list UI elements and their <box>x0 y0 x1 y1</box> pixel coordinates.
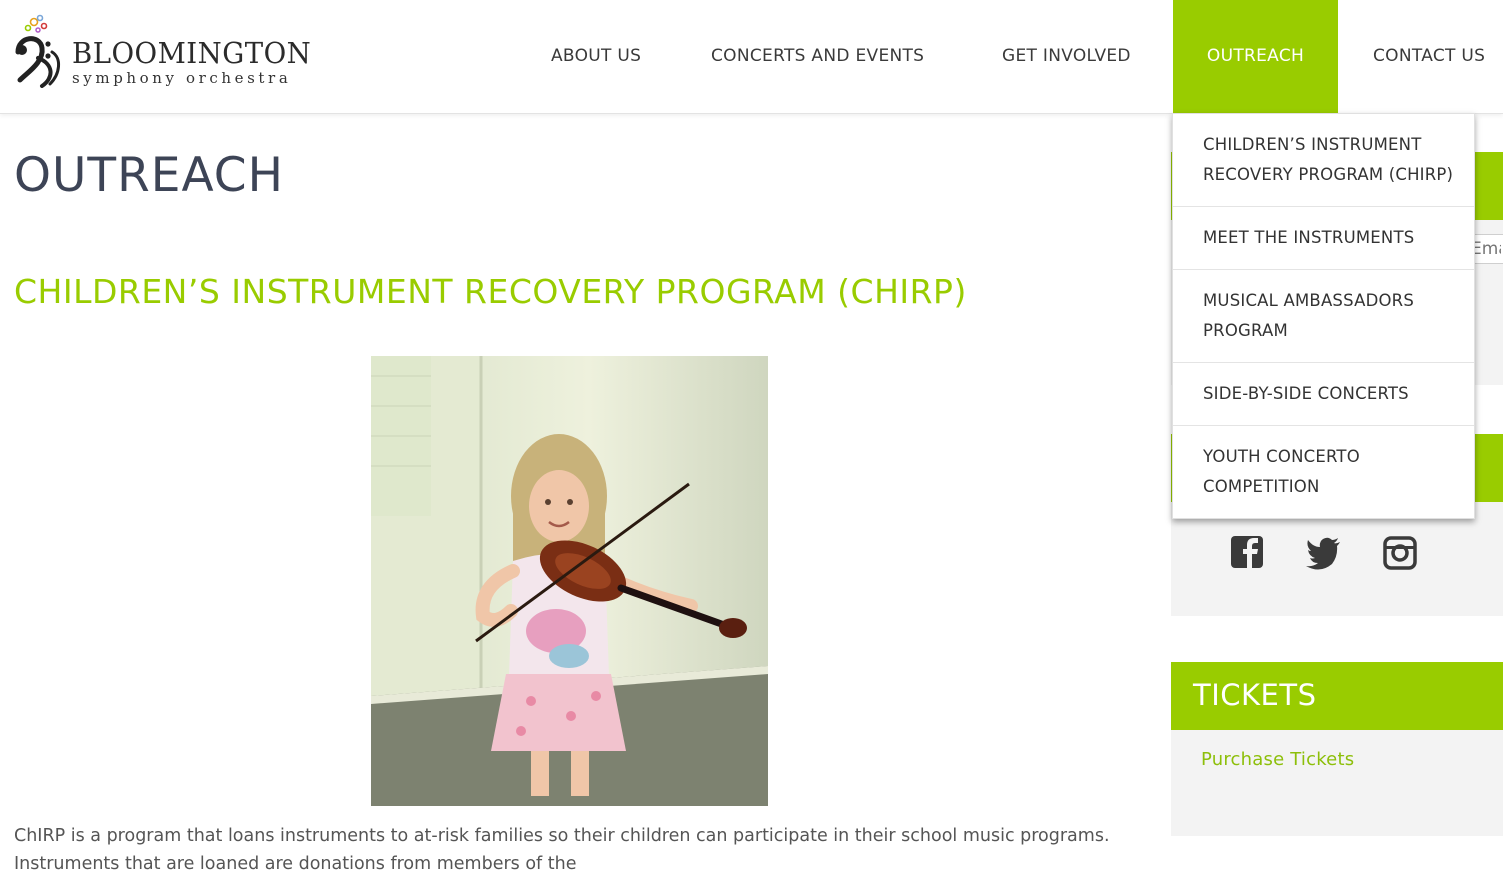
nav-concerts-and-events[interactable]: CONCERTS AND EVENTS <box>711 0 924 113</box>
dropdown-item-side-by-side-concerts[interactable]: SIDE-BY-SIDE CONCERTS <box>1173 363 1474 426</box>
site-header: BLOOMINGTON symphony orchestra ABOUT US … <box>0 0 1503 114</box>
nav-about-us[interactable]: ABOUT US <box>551 0 641 113</box>
purchase-tickets-link[interactable]: Purchase Tickets <box>1201 749 1354 770</box>
brand-tagline: symphony orchestra <box>72 69 292 87</box>
tickets-heading: TICKETS <box>1193 678 1317 712</box>
child-violin-photo <box>371 356 768 806</box>
page-title: OUTREACH <box>14 148 284 203</box>
dropdown-item-meet-the-instruments[interactable]: MEET THE INSTRUMENTS <box>1173 207 1474 270</box>
section-title: CHILDREN’S INSTRUMENT RECOVERY PROGRAM (… <box>14 272 967 311</box>
twitter-icon[interactable] <box>1306 530 1342 570</box>
facebook-icon[interactable] <box>1230 530 1266 570</box>
dropdown-item-chirp[interactable]: CHILDREN’S INSTRUMENT RECOVERY PROGRAM (… <box>1173 114 1474 207</box>
orchestra-logo-icon <box>15 14 60 88</box>
tickets-widget-body <box>1171 730 1503 836</box>
nav-contact-us[interactable]: CONTACT US <box>1373 0 1485 113</box>
instagram-icon[interactable] <box>1382 530 1418 570</box>
outreach-dropdown-menu: CHILDREN’S INSTRUMENT RECOVERY PROGRAM (… <box>1172 113 1475 519</box>
chirp-description: ChIRP is a program that loans instrument… <box>14 826 1110 874</box>
dropdown-item-youth-concerto-competition[interactable]: YOUTH CONCERTO COMPETITION <box>1173 426 1474 518</box>
nav-outreach[interactable]: OUTREACH <box>1173 0 1338 113</box>
dropdown-item-musical-ambassadors[interactable]: MUSICAL AMBASSADORS PROGRAM <box>1173 270 1474 363</box>
brand-name: BLOOMINGTON <box>72 36 312 70</box>
nav-get-involved[interactable]: GET INVOLVED <box>1002 0 1131 113</box>
site-logo[interactable]: BLOOMINGTON symphony orchestra <box>14 14 319 88</box>
